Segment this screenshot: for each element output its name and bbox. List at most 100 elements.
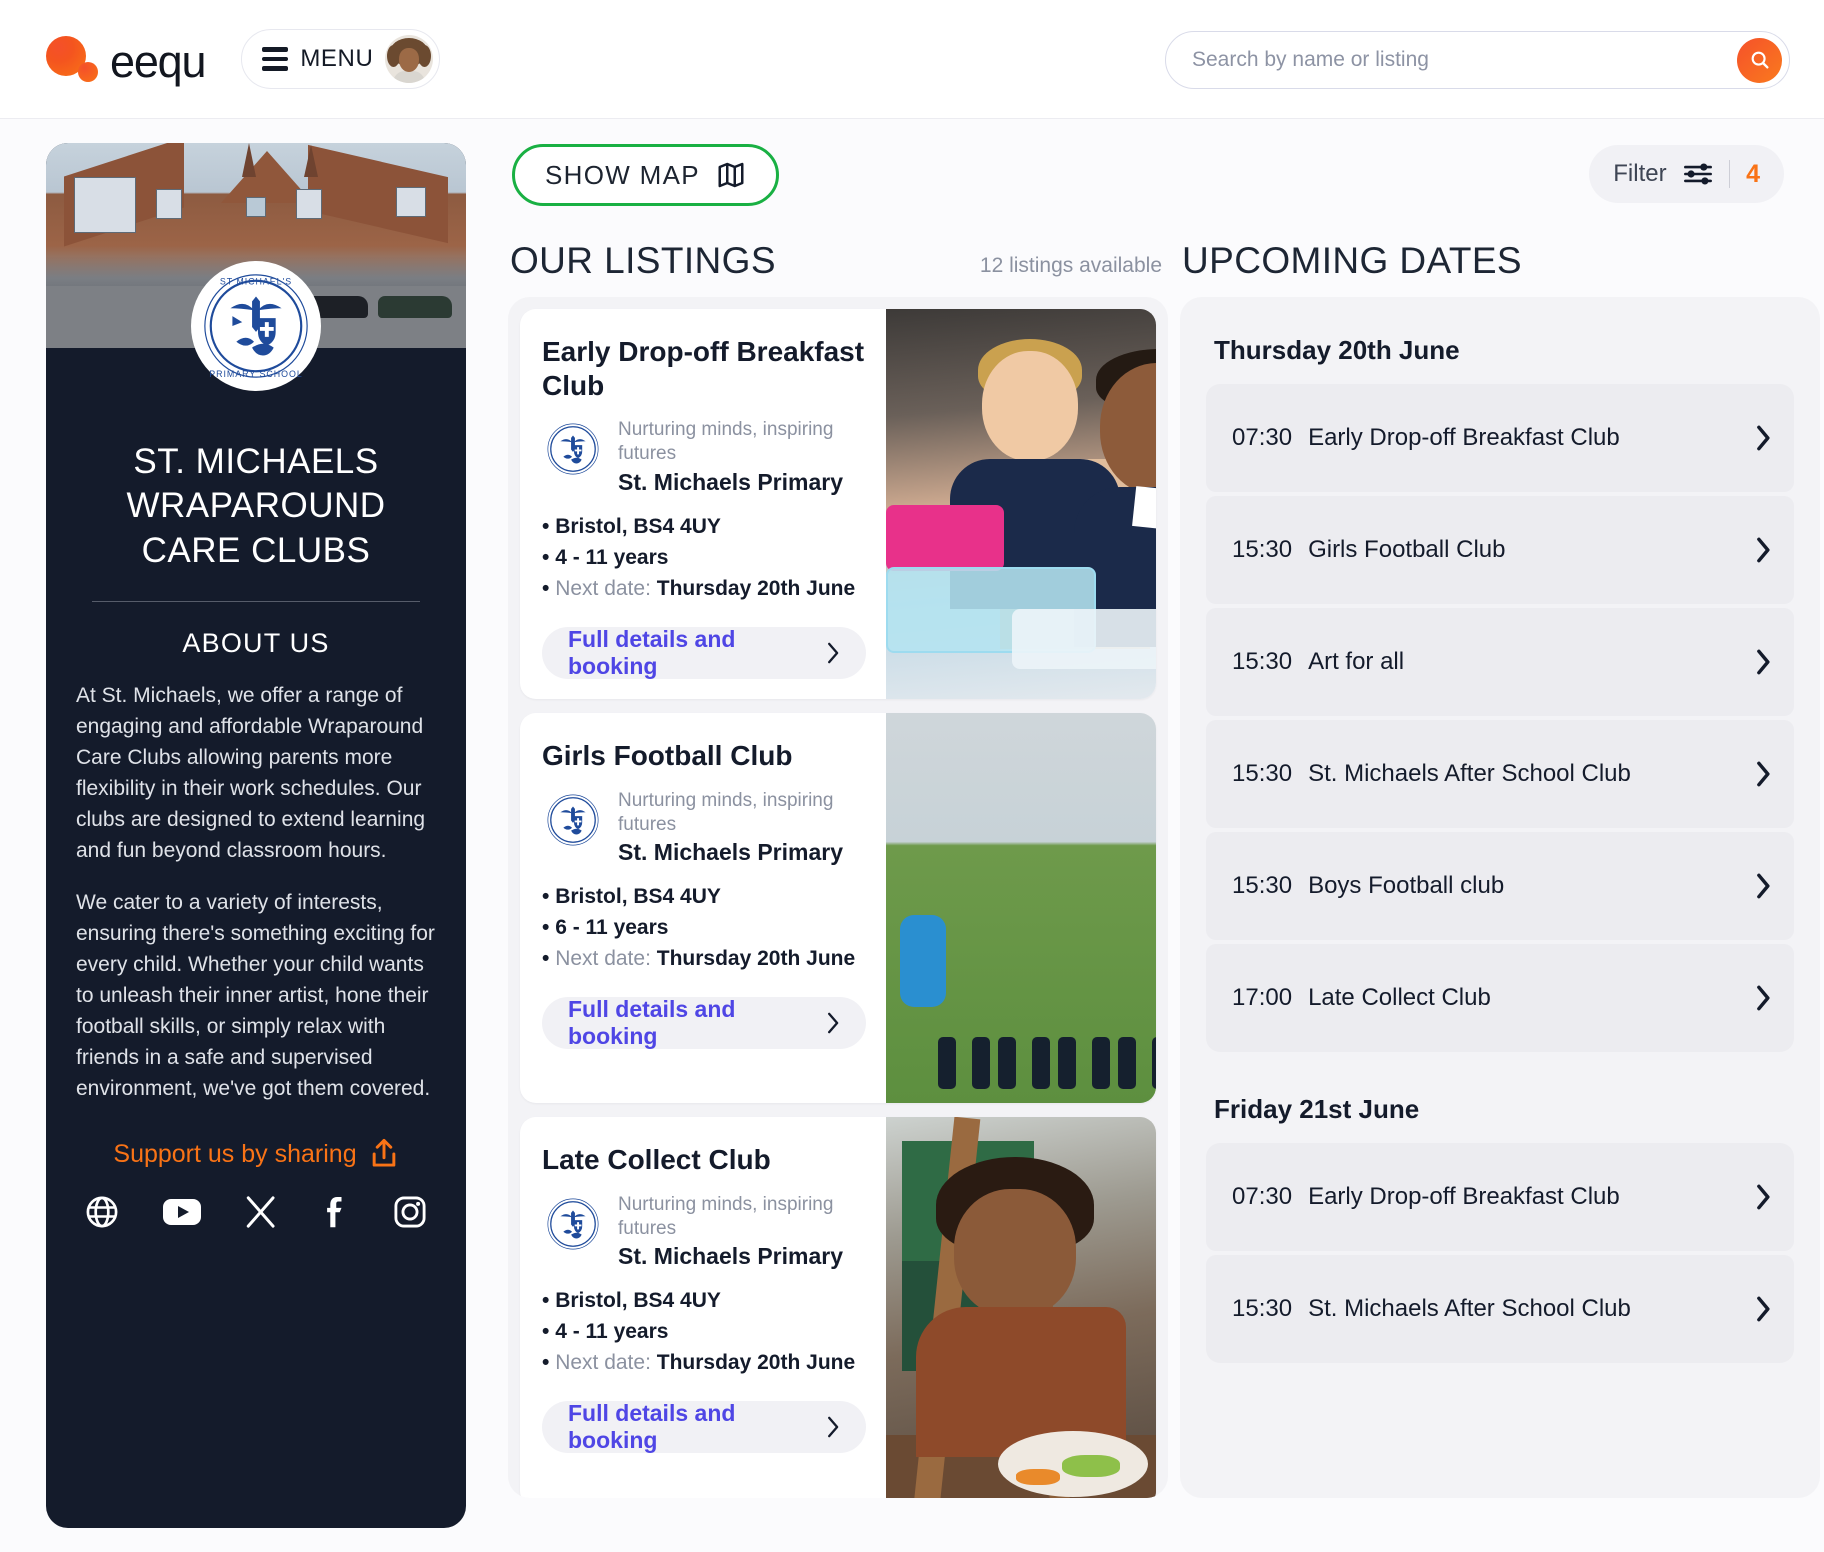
event-time: 15:30 <box>1232 536 1293 563</box>
full-details-label: Full details and booking <box>568 625 736 679</box>
event-time: 07:30 <box>1232 1183 1293 1210</box>
x-twitter-icon[interactable] <box>244 1195 278 1229</box>
listing-title: Girls Football Club <box>542 740 793 771</box>
chevron-right-icon <box>828 1012 839 1034</box>
event-time: 15:30 <box>1232 872 1293 899</box>
organisation-tagline: Nurturing minds, inspiring futures <box>618 1193 834 1239</box>
event-time: 15:30 <box>1232 1295 1293 1322</box>
chevron-right-icon <box>1755 425 1772 451</box>
next-date-value: Thursday 20th June <box>656 576 856 600</box>
event-row[interactable]: 07:30 Early Drop-off Breakfast Club <box>1206 1143 1794 1251</box>
show-map-label: SHOW MAP <box>545 159 700 190</box>
listing-organisation: Nurturing minds, inspiring futures St. M… <box>542 1192 866 1271</box>
svg-text:ST MICHAEL'S: ST MICHAEL'S <box>220 277 292 287</box>
organisation-name: St. Michaels Primary <box>618 469 843 496</box>
listing-location: Bristol, BS4 4UY <box>542 512 866 543</box>
about-us-heading: ABOUT US <box>182 628 330 659</box>
listing-photo <box>886 309 1156 699</box>
sliders-icon <box>1683 163 1712 185</box>
user-avatar[interactable] <box>385 35 434 83</box>
social-links <box>46 1194 466 1230</box>
share-label: Support us by sharing <box>113 1139 357 1168</box>
event-row[interactable]: 15:30 St. Michaels After School Club <box>1206 1255 1794 1363</box>
event-row[interactable]: 17:00 Late Collect Club <box>1206 944 1794 1052</box>
event-row[interactable]: 15:30 St. Michaels After School Club <box>1206 720 1794 828</box>
event-time: 17:00 <box>1232 984 1293 1011</box>
event-name: St. Michaels After School Club <box>1308 1295 1631 1323</box>
listing-location: Bristol, BS4 4UY <box>542 1286 866 1317</box>
listing-title: Late Collect Club <box>542 1144 771 1175</box>
share-button[interactable]: Support us by sharing <box>46 1138 466 1170</box>
organisation-tagline: Nurturing minds, inspiring futures <box>618 789 834 835</box>
next-date-value: Thursday 20th June <box>656 947 856 971</box>
listing-title: Early Drop-off Breakfast Club <box>542 336 865 401</box>
svg-text:PRIMARY SCHOOL: PRIMARY SCHOOL <box>209 369 303 379</box>
instagram-icon[interactable] <box>392 1194 428 1230</box>
organisation-name: St. Michaels Primary <box>618 839 843 866</box>
listing-details: Bristol, BS4 4UY 4 - 11 years Next date:… <box>542 512 866 605</box>
filter-count-badge: 4 <box>1746 159 1760 188</box>
about-paragraph-2: We cater to a variety of interests, ensu… <box>76 891 435 1100</box>
website-icon[interactable] <box>84 1194 120 1230</box>
upcoming-dates-column: UPCOMING DATES Thursday 20th June 07:30 … <box>1180 219 1820 1498</box>
search-bar[interactable] <box>1165 31 1790 89</box>
event-row[interactable]: 15:30 Boys Football club <box>1206 832 1794 940</box>
event-name: Early Drop-off Breakfast Club <box>1308 424 1620 452</box>
full-details-button[interactable]: Full details and booking <box>542 625 866 679</box>
event-name: Girls Football Club <box>1308 536 1506 564</box>
event-name: Early Drop-off Breakfast Club <box>1308 1183 1620 1211</box>
listing-next-date: Next date: Thursday 20th June <box>542 574 866 605</box>
day-heading: Friday 21st June <box>1214 1094 1420 1124</box>
next-date-label: Next date: <box>555 947 651 971</box>
next-date-label: Next date: <box>555 1351 651 1375</box>
organisation-name: St. Michaels Primary <box>618 1243 843 1270</box>
chevron-right-icon <box>1755 873 1772 899</box>
st-michaels-crest-icon: ST MICHAEL'S PRIMARY SCHOOL <box>191 261 321 391</box>
st-michaels-crest-icon <box>542 418 604 481</box>
full-details-button[interactable]: Full details and booking <box>542 996 866 1050</box>
map-icon <box>718 162 744 188</box>
search-input[interactable] <box>1166 48 1737 72</box>
chevron-right-icon <box>1755 537 1772 563</box>
listing-card[interactable]: Late Collect Club Nurturing minds, inspi… <box>520 1117 1156 1498</box>
search-button[interactable] <box>1737 37 1782 83</box>
chevron-right-icon <box>828 642 839 663</box>
organisation-tagline: Nurturing minds, inspiring futures <box>618 419 834 465</box>
search-icon <box>1751 51 1769 69</box>
listing-card[interactable]: Girls Football Club Nurturing minds, ins… <box>520 713 1156 1103</box>
listing-photo <box>886 1117 1156 1498</box>
main-content: SHOW MAP Filter 4 OUR LISTINGS 12 listin… <box>500 119 1824 1552</box>
brand-wordmark: eequ <box>110 35 207 87</box>
chevron-right-icon <box>1755 1184 1772 1210</box>
listings-count: 12 listings available <box>979 254 1162 277</box>
full-details-label: Full details and booking <box>568 1400 736 1454</box>
youtube-icon[interactable] <box>162 1197 202 1227</box>
listing-next-date: Next date: Thursday 20th June <box>542 944 866 975</box>
listing-details: Bristol, BS4 4UY 4 - 11 years Next date:… <box>542 1286 866 1379</box>
st-michaels-crest-icon <box>542 1192 604 1255</box>
listings-header: OUR LISTINGS 12 listings available <box>508 219 1168 279</box>
event-row[interactable]: 07:30 Early Drop-off Breakfast Club <box>1206 384 1794 492</box>
full-details-button[interactable]: Full details and booking <box>542 1400 866 1454</box>
eequ-dots-icon <box>46 32 102 86</box>
listing-organisation: Nurturing minds, inspiring futures St. M… <box>542 788 866 867</box>
listing-card[interactable]: Early Drop-off Breakfast Club Nurturing … <box>520 309 1156 699</box>
listings-panel: Early Drop-off Breakfast Club Nurturing … <box>508 297 1168 1498</box>
menu-button[interactable]: MENU <box>241 29 441 89</box>
event-row[interactable]: 15:30 Girls Football Club <box>1206 496 1794 604</box>
brand-logo[interactable]: eequ <box>46 32 207 87</box>
listing-photo <box>886 713 1156 1103</box>
chevron-right-icon <box>1755 649 1772 675</box>
page-body: ST MICHAEL'S PRIMARY SCHOOL ST. MICHAELS… <box>0 119 1824 1552</box>
show-map-button[interactable]: SHOW MAP <box>512 144 779 206</box>
chevron-right-icon <box>1755 985 1772 1011</box>
event-row[interactable]: 15:30 Art for all <box>1206 608 1794 716</box>
event-name: Boys Football club <box>1308 872 1505 900</box>
listing-ages: 4 - 11 years <box>542 1317 866 1348</box>
listing-ages: 4 - 11 years <box>542 543 866 574</box>
event-name: St. Michaels After School Club <box>1308 760 1631 788</box>
facebook-icon[interactable] <box>320 1194 350 1230</box>
filter-button[interactable]: Filter 4 <box>1589 145 1784 203</box>
upcoming-dates-title: UPCOMING DATES <box>1182 240 1522 281</box>
about-paragraph-1: At St. Michaels, we offer a range of eng… <box>76 684 426 862</box>
